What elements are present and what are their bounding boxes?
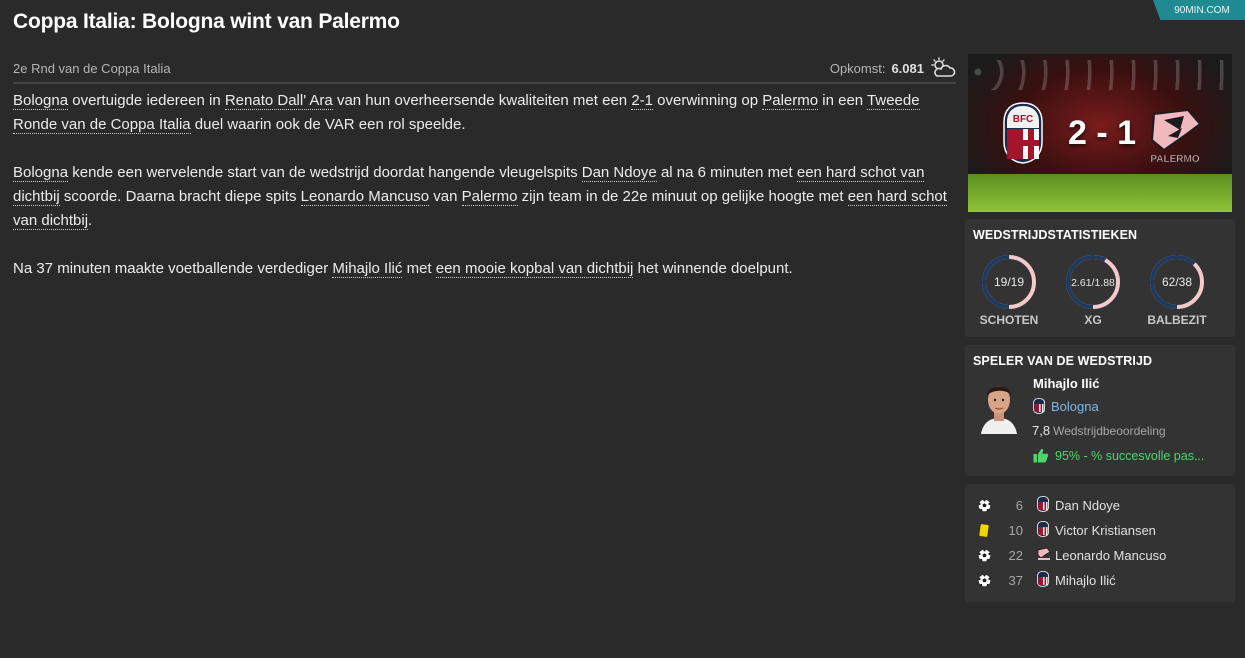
stat-label: SCHOTEN: [979, 313, 1039, 327]
link-stadium[interactable]: Renato Dall' Ara: [224, 92, 333, 110]
report-paragraph-2: Bologna kende een wervelende start van d…: [13, 161, 958, 233]
event-player-name[interactable]: Victor Kristiansen: [1055, 523, 1156, 538]
away-goals: 1: [1117, 114, 1137, 152]
link-player-dan-ndoye[interactable]: Dan Ndoye: [581, 164, 657, 182]
final-score: 2 - 1: [1058, 114, 1146, 153]
link-team-palermo[interactable]: Palermo: [461, 188, 518, 206]
link-player-leonardo-mancuso[interactable]: Leonardo Mancuso: [300, 188, 430, 206]
text: Na 37 minuten maakte voetballende verded…: [13, 260, 333, 277]
event-row[interactable]: 22 Leonardo Mancuso: [965, 544, 1235, 566]
motm-club-name[interactable]: Bologna: [1051, 399, 1099, 414]
yellow-card-icon: [977, 523, 991, 537]
palermo-crest-icon: [1037, 547, 1051, 564]
event-row[interactable]: 10 Victor Kristiansen: [965, 519, 1235, 541]
text: scoorde. Daarna bracht diepe spits: [59, 188, 301, 205]
text: zijn team in de 22e minuut op gelijke ho…: [517, 188, 848, 205]
report-paragraph-3: Na 37 minuten maakte voetballende verded…: [13, 257, 958, 281]
motm-highlight-stat: 95% - % succesvolle pas...: [1033, 448, 1225, 463]
event-minute: 22: [1008, 547, 1023, 563]
motm-stat-text: 95% - % succesvolle pas...: [1055, 448, 1205, 463]
ball-icon: [977, 573, 991, 587]
stat-value: 62/38: [1162, 275, 1192, 289]
score-card: BFC 2 - 1 PALERMO: [968, 54, 1232, 212]
ball-icon: [977, 548, 991, 562]
text: het winnende doelpunt.: [633, 260, 793, 277]
bologna-crest-icon: [1037, 495, 1049, 515]
motm-rating: 7,8 Wedstrijdbeoordeling: [1032, 423, 1166, 438]
pitch: [968, 174, 1232, 212]
match-events-panel: 6 Dan Ndoye 10 Victor Kristiansen 22 Leonardo…: [965, 484, 1235, 602]
stat-ring: 2.61/1.88: [1066, 255, 1120, 309]
event-player-name[interactable]: Dan Ndoye: [1055, 498, 1120, 513]
text: .: [88, 212, 93, 229]
text: kende een wervelende start van de wedstr…: [68, 164, 582, 181]
motm-player-name[interactable]: Mihajlo Ilić: [1033, 376, 1099, 391]
text: met: [402, 260, 436, 277]
stat-label: BALBEZIT: [1147, 313, 1207, 327]
stadium-lights: [968, 60, 1232, 90]
motm-rating-label: Wedstrijdbeoordeling: [1053, 424, 1166, 438]
bologna-crest-icon: [1037, 520, 1049, 540]
ball-icon: [977, 498, 991, 512]
event-row[interactable]: 37 Mihajlo Ilić: [965, 569, 1235, 591]
bologna-crest-icon: [1037, 570, 1049, 590]
stat-label: XG: [1084, 313, 1102, 327]
event-player-name[interactable]: Mihajlo Ilić: [1055, 573, 1116, 588]
palermo-crest-icon[interactable]: PALERMO: [1144, 106, 1206, 168]
bologna-crest-text: BFC: [1013, 114, 1034, 125]
stat-value: 2.61/1.88: [1071, 277, 1115, 289]
match-stats-panel: WEDSTRIJDSTATISTIEKEN 19/19 SCHOTEN 2.61/1…: [965, 219, 1235, 337]
stats-title: WEDSTRIJDSTATISTIEKEN: [973, 228, 1138, 242]
link-score[interactable]: 2-1: [631, 92, 653, 110]
report-paragraph-1: Bologna overtuigde iedereen in Renato Da…: [13, 89, 958, 137]
home-goals: 2: [1067, 114, 1087, 152]
text: duel waarin ook de VAR een rol speelde.: [190, 116, 466, 133]
text: in een: [818, 92, 868, 109]
event-minute: 10: [1008, 522, 1023, 538]
stat-xg: 2.61/1.88 XG: [1053, 253, 1133, 327]
text: al na 6 minuten met: [656, 164, 797, 181]
stat-ring: 62/38: [1150, 255, 1204, 309]
bologna-crest-icon[interactable]: BFC: [1002, 102, 1044, 164]
thumbs-up-icon: [1033, 448, 1049, 463]
player-avatar[interactable]: [977, 378, 1021, 434]
text: overtuigde iedereen in: [68, 92, 225, 109]
event-minute: 37: [1008, 572, 1023, 588]
motm-club-link[interactable]: Bologna: [1033, 398, 1099, 414]
stat-schoten: 19/19 SCHOTEN: [969, 253, 1049, 327]
motm-title: SPELER VAN DE WEDSTRIJD: [973, 354, 1153, 368]
attendance: Opkomst: 6.081: [830, 57, 956, 79]
link-team-palermo[interactable]: Palermo: [762, 92, 819, 110]
attendance-value: 6.081: [891, 60, 924, 76]
event-row[interactable]: 6 Dan Ndoye: [965, 494, 1235, 516]
link-player-mihajlo-ilic[interactable]: Mihajlo Ilić: [332, 260, 403, 278]
palermo-crest-text: PALERMO: [1150, 154, 1199, 165]
text: overwinning op: [653, 92, 763, 109]
event-minute: 6: [1015, 497, 1023, 513]
text: van: [429, 188, 462, 205]
source-badge[interactable]: 90MIN.COM: [1153, 0, 1245, 20]
stat-ring: 19/19: [982, 255, 1036, 309]
link-team-bologna[interactable]: Bologna: [13, 92, 69, 110]
link-goal-37[interactable]: een mooie kopbal van dichtbij: [435, 260, 634, 278]
man-of-the-match-panel: SPELER VAN DE WEDSTRIJD Mihajlo Ilić Bol…: [965, 345, 1235, 476]
event-player-name[interactable]: Leonardo Mancuso: [1055, 548, 1166, 563]
motm-rating-value: 7,8: [1032, 423, 1051, 438]
stat-value: 19/19: [994, 275, 1024, 289]
score-separator: -: [1096, 114, 1108, 152]
page-title: Coppa Italia: Bologna wint van Palermo: [13, 10, 400, 33]
match-meta-row: 2e Rnd van de Coppa Italia Opkomst: 6.08…: [13, 54, 956, 84]
match-report: Bologna overtuigde iedereen in Renato Da…: [13, 89, 958, 305]
partly-cloudy-icon: [931, 57, 956, 77]
stat-balbezit: 62/38 BALBEZIT: [1137, 253, 1217, 327]
attendance-label: Opkomst:: [829, 60, 886, 76]
bologna-crest-icon: [1033, 398, 1045, 414]
link-team-bologna[interactable]: Bologna: [13, 164, 69, 182]
round-label: 2e Rnd van de Coppa Italia: [13, 60, 171, 76]
text: van hun overheersende kwaliteiten met ee…: [332, 92, 632, 109]
